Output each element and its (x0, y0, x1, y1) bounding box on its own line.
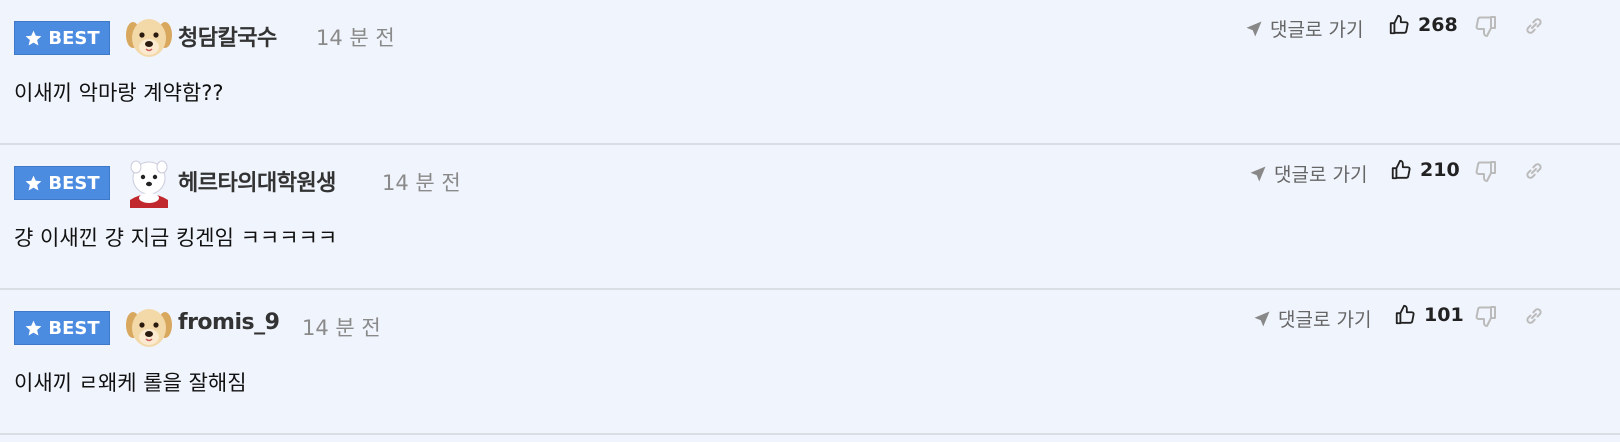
link-icon[interactable] (1522, 159, 1546, 183)
comment-item: BEST 청담칼국수 14 분 전 이새끼 악마랑 계약함?? 댓글로 가기 2… (0, 0, 1620, 145)
best-badge-label: BEST (48, 172, 100, 194)
puppy-avatar[interactable] (124, 303, 174, 353)
goto-comment-label: 댓글로 가기 (1274, 164, 1368, 186)
goto-comment-button[interactable]: 댓글로 가기 (1252, 305, 1371, 332)
like-button[interactable]: 101 (1394, 304, 1464, 326)
best-badge: BEST (14, 21, 110, 55)
comment-author[interactable]: 헤르타의대학원생 (178, 165, 336, 197)
thumbs-down-icon[interactable] (1474, 304, 1498, 328)
like-count: 101 (1424, 304, 1464, 326)
goto-comment-label: 댓글로 가기 (1278, 309, 1372, 331)
comment-item: BEST fromis_9 14 분 전 이새끼 ㄹ왜케 롤을 잘해짐 댓글로 … (0, 290, 1620, 435)
comment-time: 14 분 전 (382, 171, 461, 195)
goto-comment-button[interactable]: 댓글로 가기 (1244, 15, 1363, 42)
like-count: 210 (1420, 159, 1460, 181)
comment-author[interactable]: fromis_9 (178, 310, 280, 335)
comment-text: 걍 이새낀 걍 지금 킹겐임 ㅋㅋㅋㅋㅋ (14, 226, 338, 250)
comment-text: 이새끼 ㄹ왜케 롤을 잘해짐 (14, 371, 247, 395)
star-icon (25, 175, 42, 191)
like-button[interactable]: 268 (1388, 14, 1458, 36)
link-icon[interactable] (1522, 14, 1546, 38)
best-badge: BEST (14, 166, 110, 200)
best-badge: BEST (14, 311, 110, 345)
comment-author[interactable]: 청담칼국수 (178, 20, 277, 52)
comment-list: BEST 청담칼국수 14 분 전 이새끼 악마랑 계약함?? 댓글로 가기 2… (0, 0, 1620, 442)
thumbs-down-icon[interactable] (1474, 14, 1498, 38)
thumbs-down-icon[interactable] (1474, 159, 1498, 183)
goto-comment-label: 댓글로 가기 (1270, 19, 1364, 41)
star-icon (25, 320, 42, 336)
link-icon[interactable] (1522, 304, 1546, 328)
comment-time: 14 분 전 (302, 316, 381, 340)
thumbs-up-icon (1395, 304, 1415, 325)
goto-comment-button[interactable]: 댓글로 가기 (1248, 160, 1367, 187)
thumbs-up-icon (1389, 14, 1409, 35)
arrow-icon (1254, 311, 1270, 326)
arrow-icon (1250, 166, 1266, 181)
best-badge-label: BEST (48, 27, 100, 49)
comment-text: 이새끼 악마랑 계약함?? (14, 81, 224, 105)
star-icon (25, 30, 42, 46)
puppy-avatar[interactable] (124, 13, 174, 63)
arrow-icon (1246, 21, 1262, 36)
best-badge-label: BEST (48, 317, 100, 339)
like-count: 268 (1418, 14, 1458, 36)
like-button[interactable]: 210 (1390, 159, 1460, 181)
comment-item: BEST 헤르타의대학원생 14 분 전 걍 이새낀 걍 지금 킹겐임 ㅋㅋㅋㅋ… (0, 145, 1620, 290)
thumbs-up-icon (1391, 159, 1411, 180)
comment-time: 14 분 전 (316, 26, 395, 50)
white-dog-avatar[interactable] (124, 158, 174, 208)
